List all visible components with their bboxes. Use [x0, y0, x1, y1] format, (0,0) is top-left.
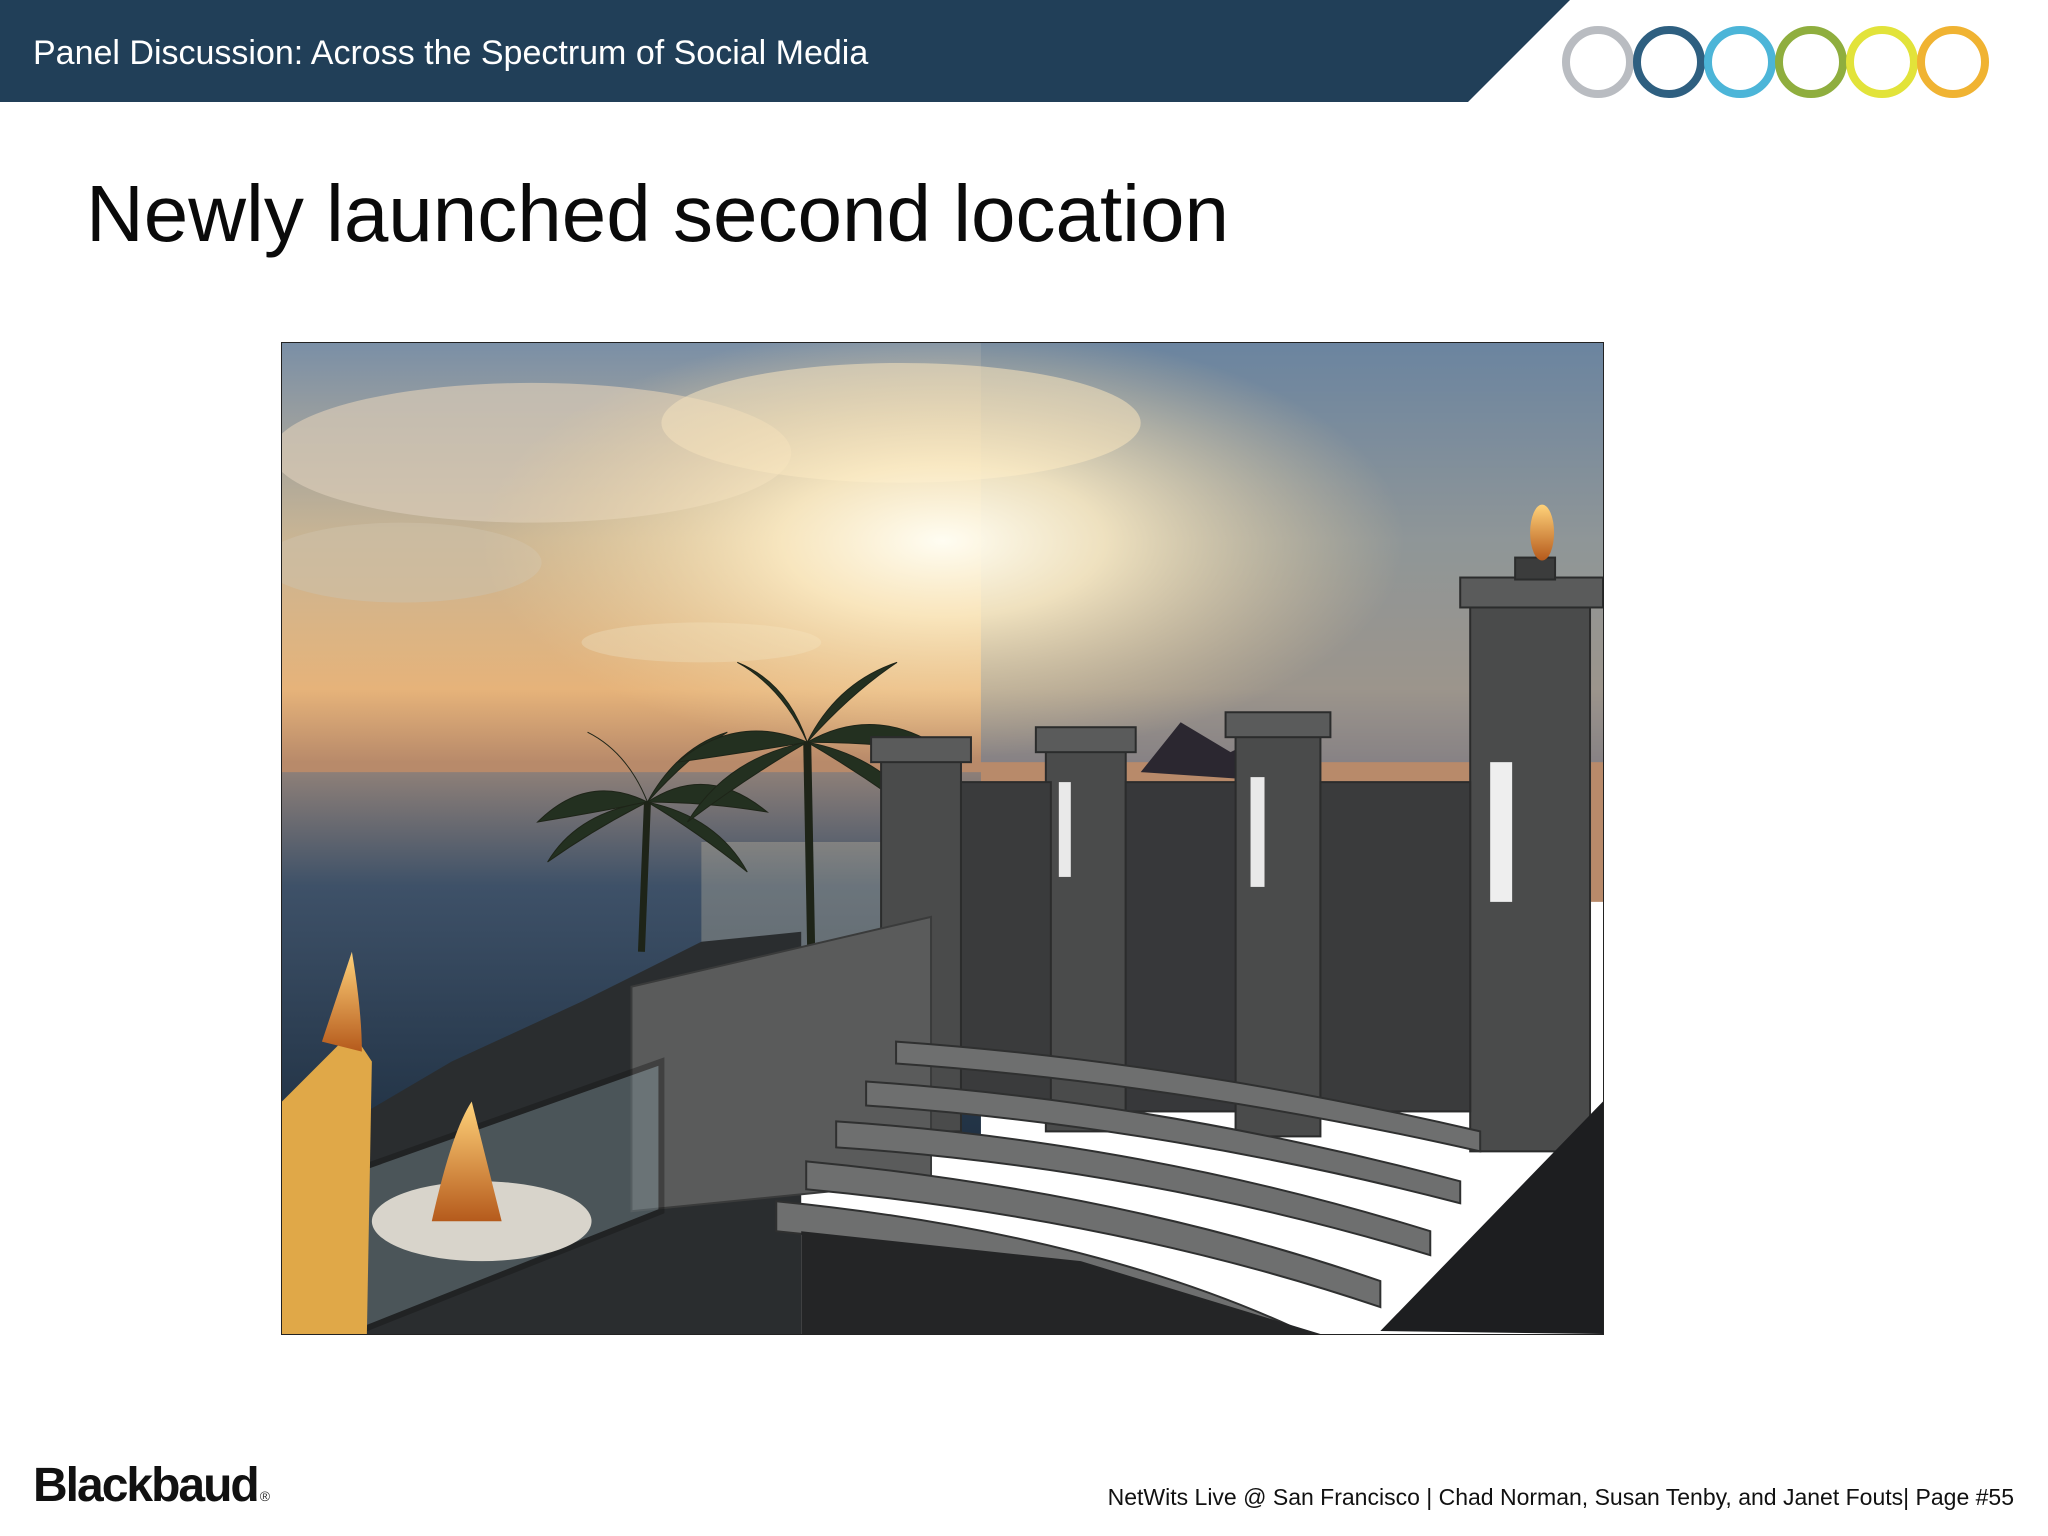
torch-flame [1530, 504, 1555, 561]
ring-cyan [1704, 26, 1776, 98]
blackbaud-logo: Blackbaud ® [33, 1458, 270, 1513]
amphitheater-photo [281, 342, 1604, 1335]
registered-mark: ® [259, 1488, 271, 1504]
slide-title: Newly launched second location [86, 169, 1229, 258]
ring-orange [1917, 26, 1989, 98]
ring-navy [1633, 26, 1705, 98]
banner [1490, 762, 1513, 902]
ring-olive [1775, 26, 1847, 98]
banner [1058, 782, 1071, 877]
ring-gray [1562, 26, 1634, 98]
banner [1250, 777, 1265, 887]
brand-rings-logo [1558, 20, 2008, 110]
ring-yellow [1846, 26, 1918, 98]
footer-info: NetWits Live @ San Francisco | Chad Norm… [1107, 1484, 2014, 1510]
presentation-title: Panel Discussion: Across the Spectrum of… [33, 34, 869, 72]
logo-text: Blackbaud [33, 1459, 260, 1512]
